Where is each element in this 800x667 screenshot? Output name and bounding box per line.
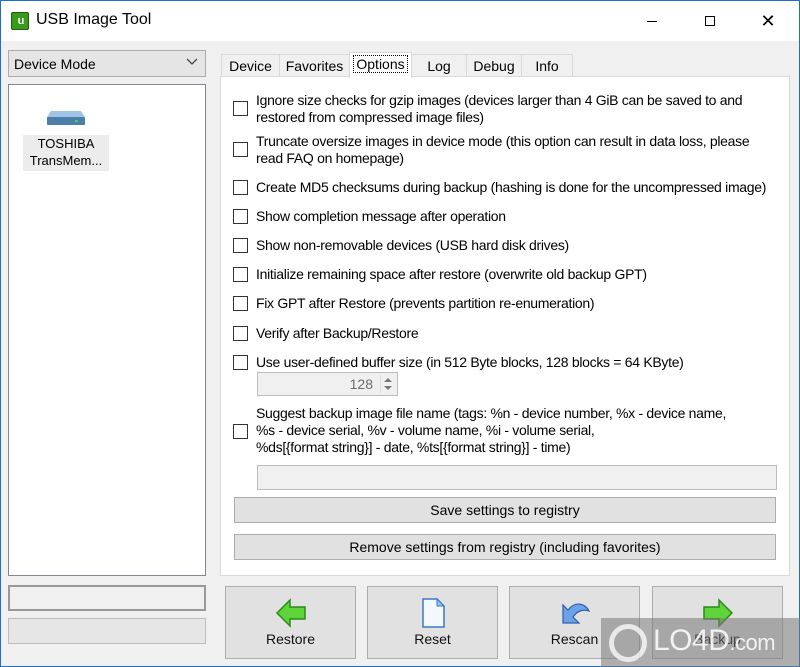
device-model: TransMem... [29, 153, 103, 168]
title-bar: u USB Image Tool ✕ [1, 1, 799, 41]
reset-label: Reset [414, 631, 451, 647]
watermark: LO4D.com [601, 618, 800, 667]
checkbox[interactable] [233, 424, 248, 439]
device-list[interactable]: TOSHIBA TransMem... [8, 84, 206, 576]
buffer-size-stepper[interactable]: 128 [257, 372, 398, 396]
device-vendor: TOSHIBA [37, 136, 95, 151]
chevron-down-icon [185, 54, 199, 71]
watermark-logo-icon [609, 624, 647, 662]
mode-select-value: Device Mode [14, 56, 96, 72]
stepper-down-icon[interactable] [384, 386, 392, 390]
option-label: Ignore size checks for gzip images (devi… [256, 92, 743, 125]
tab-device[interactable]: Device [221, 54, 280, 77]
minimize-button[interactable] [629, 1, 675, 41]
maximize-icon [705, 16, 715, 26]
status-field [8, 585, 206, 611]
option-label: Use user-defined buffer size (in 512 Byt… [256, 354, 684, 370]
tab-label: Debug [473, 58, 515, 74]
option-label: Show non-removable devices (USB hard dis… [256, 237, 569, 253]
app-logo-icon: u [11, 12, 29, 30]
tab-log[interactable]: Log [411, 54, 467, 77]
document-icon [417, 597, 449, 629]
option-label: Fix GPT after Restore (prevents partitio… [256, 295, 595, 311]
mode-select[interactable]: Device Mode [8, 50, 206, 77]
remove-settings-button[interactable]: Remove settings from registry (including… [234, 534, 776, 560]
device-label: TOSHIBA TransMem... [23, 135, 109, 171]
option-label: Verify after Backup/Restore [256, 325, 419, 341]
tab-label: Device [229, 58, 272, 74]
close-icon: ✕ [760, 11, 776, 31]
option-label: Show completion message after operation [256, 208, 506, 224]
checkbox[interactable] [233, 296, 248, 311]
tab-label: Options [353, 55, 408, 73]
tab-label: Info [535, 58, 559, 74]
checkbox[interactable] [233, 267, 248, 282]
watermark-text: LO4D.com [653, 624, 776, 657]
progress-bar [8, 618, 206, 644]
restore-label: Restore [265, 631, 316, 647]
tab-options[interactable]: Options [349, 52, 412, 78]
option-label: Initialize remaining space after restore… [256, 266, 647, 282]
reset-button[interactable]: Reset [367, 586, 498, 659]
stepper-up-icon[interactable] [384, 378, 392, 382]
rescan-arrow-icon [559, 597, 591, 629]
checkbox[interactable] [233, 101, 248, 116]
close-button[interactable]: ✕ [745, 1, 791, 41]
stepper-buttons[interactable] [380, 375, 395, 393]
filename-pattern-input[interactable] [257, 465, 777, 490]
option-label: Truncate oversize images in device mode … [256, 133, 750, 166]
restore-button[interactable]: Restore [225, 586, 356, 659]
tab-label: Favorites [285, 58, 344, 74]
maximize-button[interactable] [687, 1, 733, 41]
checkbox[interactable] [233, 180, 248, 195]
tab-info[interactable]: Info [521, 54, 573, 77]
checkbox[interactable] [233, 326, 248, 341]
window-title: USB Image Tool [36, 11, 152, 28]
tab-label: Log [427, 58, 451, 74]
device-item[interactable]: TOSHIBA TransMem... [17, 105, 109, 171]
option-label: Suggest backup image file name (tags: %n… [256, 405, 727, 455]
drive-icon [47, 107, 85, 127]
arrow-left-icon [275, 597, 307, 629]
app-window: u USB Image Tool ✕ Device Mode TOSHIBA T… [0, 0, 800, 667]
checkbox[interactable] [233, 142, 248, 157]
buffer-size-value: 128 [349, 376, 373, 392]
tab-debug[interactable]: Debug [466, 54, 522, 77]
save-settings-button[interactable]: Save settings to registry [234, 497, 776, 523]
options-panel: Ignore size checks for gzip images (devi… [220, 76, 790, 576]
minimize-icon [647, 20, 657, 22]
checkbox[interactable] [233, 209, 248, 224]
tab-favorites[interactable]: Favorites [279, 54, 350, 77]
option-label: Create MD5 checksums during backup (hash… [256, 179, 767, 195]
checkbox[interactable] [233, 238, 248, 253]
checkbox[interactable] [233, 355, 248, 370]
